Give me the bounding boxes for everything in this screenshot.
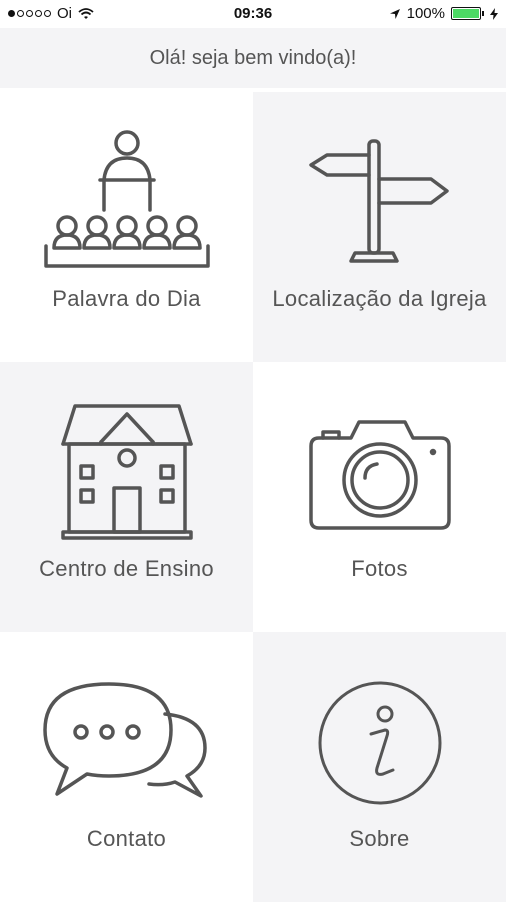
battery-percent: 100% [406, 5, 445, 22]
menu-tile-contato[interactable]: Contato [0, 632, 253, 902]
building-icon [37, 398, 217, 548]
preacher-icon [37, 128, 217, 278]
menu-grid: Palavra do Dia Localização da Igreja Cen… [0, 92, 506, 902]
status-right: 100% [389, 5, 498, 22]
status-bar: Oi 09:36 100% [0, 0, 506, 28]
menu-label: Contato [86, 826, 167, 851]
location-arrow-icon [389, 8, 400, 19]
signpost-icon [290, 128, 470, 278]
menu-label: Localização da Igreja [272, 286, 487, 311]
camera-icon [290, 398, 470, 548]
menu-tile-fotos[interactable]: Fotos [253, 362, 506, 632]
chat-bubbles-icon [37, 668, 217, 818]
menu-tile-centro-de-ensino[interactable]: Centro de Ensino [0, 362, 253, 632]
menu-tile-localizacao-da-igreja[interactable]: Localização da Igreja [253, 92, 506, 362]
battery-icon [451, 7, 481, 20]
menu-tile-sobre[interactable]: Sobre [253, 632, 506, 902]
menu-label: Centro de Ensino [39, 556, 214, 581]
welcome-header: Olá! seja bem vindo(a)! [0, 28, 506, 88]
charging-bolt-icon [490, 7, 498, 20]
info-icon [290, 668, 470, 818]
menu-label: Fotos [351, 556, 408, 581]
menu-tile-palavra-do-dia[interactable]: Palavra do Dia [0, 92, 253, 362]
welcome-title: Olá! seja bem vindo(a)! [149, 46, 357, 69]
menu-label: Sobre [349, 826, 410, 851]
menu-label: Palavra do Dia [52, 286, 201, 311]
